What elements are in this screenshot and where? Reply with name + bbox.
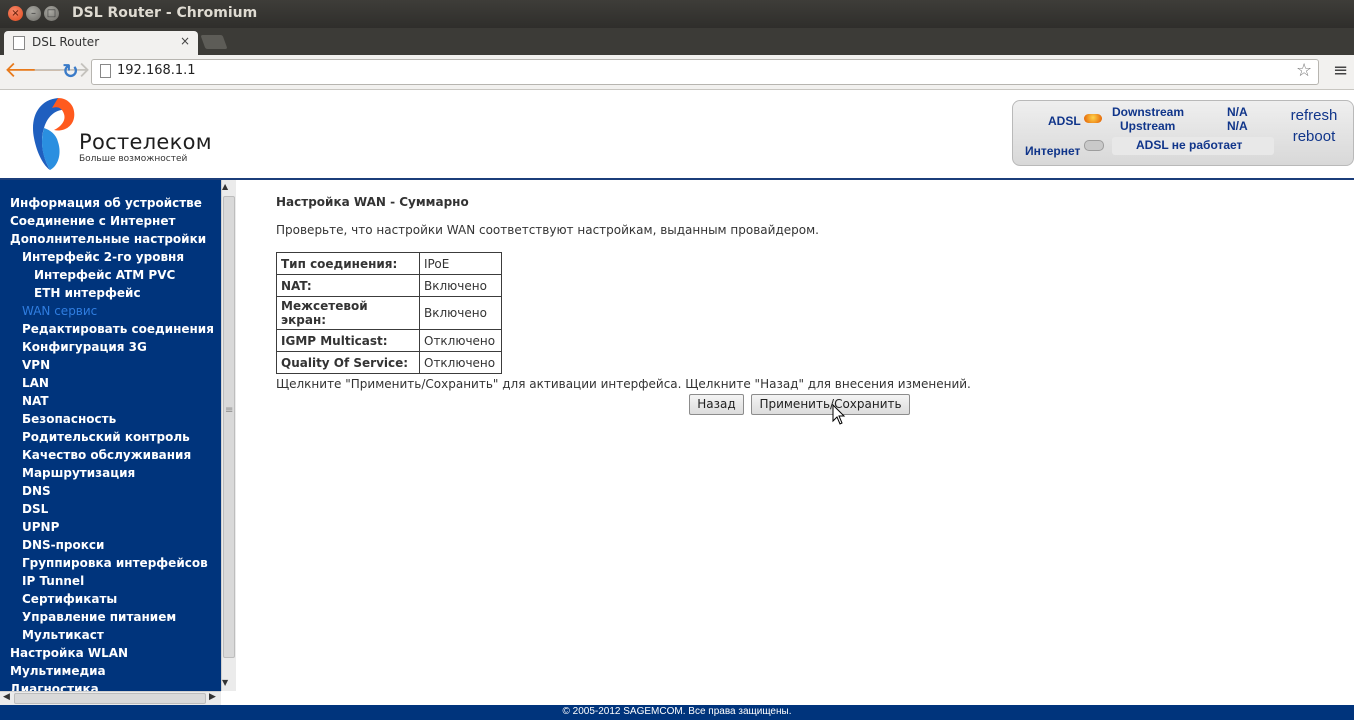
scrollbar-thumb[interactable] <box>223 196 235 658</box>
bookmark-star-icon[interactable]: ☆ <box>1296 60 1312 81</box>
rostelecom-logo-icon <box>33 98 75 170</box>
new-tab-button[interactable] <box>200 35 228 49</box>
sidebar-item-ip-tunnel[interactable]: IP Tunnel <box>22 573 84 589</box>
scroll-down-arrow-icon[interactable]: ▼ <box>222 678 228 687</box>
internet-label: Интернет <box>1025 144 1081 158</box>
url-text[interactable]: 192.168.1.1 <box>117 63 196 78</box>
sidebar-item-upnp[interactable]: UPNP <box>22 519 59 535</box>
table-row: Тип соединения: IPoE <box>276 252 502 275</box>
sidebar-item-edit-connections[interactable]: Редактировать соединения <box>22 321 214 337</box>
reboot-button[interactable]: reboot <box>1285 127 1343 147</box>
sidebar-item-layer2[interactable]: Интерфейс 2-го уровня <box>22 249 184 265</box>
adsl-message: ADSL не работает <box>1136 138 1243 152</box>
summary-value: IPoE <box>419 252 502 275</box>
brand-name: Ростелеком <box>79 130 212 154</box>
page-icon <box>100 64 111 78</box>
reload-icon[interactable]: ↻ <box>62 60 79 82</box>
scrollbar-thumb[interactable] <box>14 693 206 704</box>
summary-value: Включено <box>419 296 502 330</box>
sidebar-item-dns[interactable]: DNS <box>22 483 51 499</box>
table-row: Quality Of Service: Отключено <box>276 351 502 374</box>
copyright-text: © 2005-2012 SAGEMCOM. Все права защищены… <box>562 706 792 717</box>
back-button[interactable]: Назад <box>689 394 744 415</box>
adsl-status-led <box>1084 114 1102 123</box>
sidebar-item-wan-service[interactable]: WAN сервис <box>22 303 97 319</box>
sidebar-item-eth[interactable]: ETH интерфейс <box>34 285 141 301</box>
table-row: IGMP Multicast: Отключено <box>276 329 502 352</box>
tab-close-icon[interactable]: × <box>180 34 190 48</box>
sidebar-item-internet[interactable]: Соединение с Интернет <box>10 213 175 229</box>
wan-summary-table: Тип соединения: IPoE NAT: Включено Межсе… <box>276 252 502 374</box>
summary-key: Межсетевой экран: <box>276 296 420 330</box>
sidebar-item-qos[interactable]: Качество обслуживания <box>22 447 191 463</box>
upstream-label: Upstream <box>1120 119 1176 133</box>
summary-key: Тип соединения: <box>276 252 420 275</box>
menu-icon[interactable]: ≡ <box>1333 60 1348 81</box>
table-row: NAT: Включено <box>276 274 502 297</box>
sidebar-item-lan[interactable]: LAN <box>22 375 49 391</box>
scroll-up-arrow-icon[interactable]: ▲ <box>222 182 228 191</box>
page-hint: Щелкните "Применить/Сохранить" для актив… <box>276 377 971 391</box>
apply-save-button[interactable]: Применить/Сохранить <box>751 394 910 415</box>
scrollbar-grip-icon: ≡ <box>225 405 234 416</box>
summary-value: Включено <box>419 274 502 297</box>
scroll-left-arrow-icon[interactable]: ◀ <box>3 692 10 702</box>
summary-key: NAT: <box>276 274 420 297</box>
tab-title: DSL Router <box>32 35 100 49</box>
summary-value: Отключено <box>419 351 502 374</box>
sidebar-item-diagnostics[interactable]: Диагностика <box>10 681 99 691</box>
adsl-label: ADSL <box>1048 114 1081 128</box>
sidebar-item-multimedia[interactable]: Мультимедиа <box>10 663 106 679</box>
sidebar-item-interface-grouping[interactable]: Группировка интерфейсов <box>22 555 208 571</box>
window-maximize-button[interactable]: □ <box>44 6 59 21</box>
internet-status-led <box>1084 140 1104 151</box>
sidebar-item-parental[interactable]: Родительский контроль <box>22 429 190 445</box>
sidebar-item-advanced[interactable]: Дополнительные настройки <box>10 231 206 247</box>
downstream-value: N/A <box>1227 105 1248 119</box>
sidebar-item-certificates[interactable]: Сертификаты <box>22 591 117 607</box>
mouse-cursor-icon <box>832 404 846 425</box>
sidebar-item-power[interactable]: Управление питанием <box>22 609 176 625</box>
sidebar-item-routing[interactable]: Маршрутизация <box>22 465 135 481</box>
page-icon <box>13 36 25 50</box>
window-minimize-button[interactable]: – <box>26 6 41 21</box>
window-close-button[interactable]: × <box>8 6 23 21</box>
upstream-value: N/A <box>1227 119 1248 133</box>
summary-key: IGMP Multicast: <box>276 329 420 352</box>
summary-value: Отключено <box>419 329 502 352</box>
sidebar-item-security[interactable]: Безопасность <box>22 411 116 427</box>
sidebar-item-device-info[interactable]: Информация об устройстве <box>10 195 202 211</box>
page-description: Проверьте, что настройки WAN соответству… <box>276 223 819 237</box>
scroll-right-arrow-icon[interactable]: ▶ <box>209 692 216 702</box>
sidebar-item-nat[interactable]: NAT <box>22 393 49 409</box>
window-title: DSL Router - Chromium <box>72 5 258 21</box>
sidebar-item-atm-pvc[interactable]: Интерфейс ATM PVC <box>34 267 175 283</box>
table-row: Межсетевой экран: Включено <box>276 296 502 330</box>
page-title: Настройка WAN - Суммарно <box>276 195 469 209</box>
sidebar-item-wlan[interactable]: Настройка WLAN <box>10 645 128 661</box>
refresh-button[interactable]: refresh <box>1285 106 1343 126</box>
sidebar-item-dsl[interactable]: DSL <box>22 501 48 517</box>
sidebar-item-multicast[interactable]: Мультикаст <box>22 627 104 643</box>
sidebar-item-dns-proxy[interactable]: DNS-прокси <box>22 537 104 553</box>
brand-tagline: Больше возможностей <box>79 154 188 164</box>
downstream-label: Downstream <box>1112 105 1185 119</box>
summary-key: Quality Of Service: <box>276 351 420 374</box>
address-bar[interactable] <box>91 59 1319 85</box>
sidebar-item-3g[interactable]: Конфигурация 3G <box>22 339 147 355</box>
sidebar-item-vpn[interactable]: VPN <box>22 357 50 373</box>
